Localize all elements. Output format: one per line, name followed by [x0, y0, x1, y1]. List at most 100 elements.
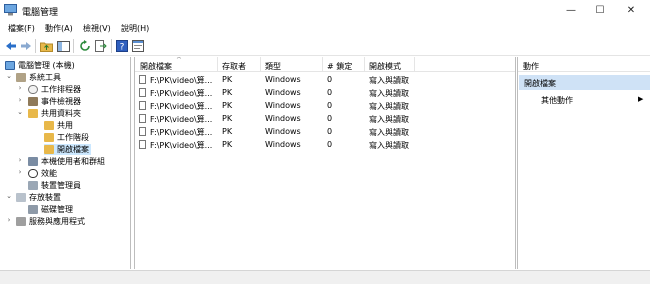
device-manager-icon	[28, 181, 38, 190]
cell-open-file: F:\PK\video\算...	[150, 76, 213, 85]
cell-open-mode: 寫入與讀取	[369, 141, 409, 150]
table-row[interactable]: F:\PK\video\算... PK Windows 0 寫入與讀取	[135, 87, 515, 99]
tree-item-services-applications[interactable]: 服務與應用程式	[16, 216, 85, 227]
file-icon	[139, 75, 146, 84]
table-row[interactable]: F:\PK\video\算... PK Windows 0 寫入與讀取	[135, 139, 515, 151]
collapse-chevron-icon[interactable]: ⌄	[17, 108, 23, 116]
tree-item-label: 系統工具	[29, 73, 61, 82]
computer-management-app-icon	[4, 4, 17, 16]
services-icon	[16, 217, 26, 226]
collapse-chevron-icon[interactable]: ⌄	[6, 72, 12, 80]
tree-item-disk-management[interactable]: 磁碟管理	[28, 204, 73, 215]
list-header: ^ 開啟檔案 存取者 類型 # 鎖定 開啟模式	[135, 57, 515, 72]
column-divider[interactable]	[217, 57, 218, 72]
cell-locks: 0	[327, 127, 333, 136]
column-header-open-mode[interactable]: 開啟模式	[369, 61, 401, 72]
properties-icon[interactable]	[131, 39, 145, 53]
minimize-icon: —	[566, 5, 576, 16]
users-icon	[28, 157, 38, 166]
tree-item-task-scheduler[interactable]: 工作排程器	[28, 84, 81, 95]
expand-chevron-icon[interactable]: ›	[17, 96, 23, 104]
menu-view[interactable]: 檢視(V)	[83, 23, 111, 34]
column-divider[interactable]	[414, 57, 415, 72]
cell-locks: 0	[327, 88, 333, 97]
cell-accessed-by: PK	[222, 75, 233, 84]
up-folder-icon[interactable]	[39, 39, 53, 53]
tree-item-shares[interactable]: 共用	[44, 120, 73, 131]
cell-open-mode: 寫入與讀取	[369, 115, 409, 124]
expand-chevron-icon[interactable]: ›	[17, 84, 23, 92]
tree-item-sessions[interactable]: 工作階段	[44, 132, 89, 143]
menu-help[interactable]: 說明(H)	[121, 23, 149, 34]
actions-pane: 動作 開啟檔案 其他動作 ▶	[517, 57, 650, 269]
file-icon	[139, 114, 146, 123]
tree-item-open-files[interactable]: 開啟檔案	[44, 144, 91, 155]
more-actions-link[interactable]: 其他動作	[541, 95, 573, 106]
tree-item-event-viewer[interactable]: 事件檢視器	[28, 96, 81, 107]
cell-open-mode: 寫入與讀取	[369, 102, 409, 111]
column-header-accessed-by[interactable]: 存取者	[222, 61, 246, 72]
cell-type: Windows	[265, 75, 301, 84]
tree-item-label: 磁碟管理	[41, 205, 73, 214]
toolbar: ?	[0, 36, 650, 56]
menu-file[interactable]: 檔案(F)	[8, 23, 35, 34]
cell-accessed-by: PK	[222, 127, 233, 136]
actions-section-label: 開啟檔案	[524, 79, 556, 88]
refresh-icon[interactable]	[78, 39, 92, 53]
cell-open-mode: 寫入與讀取	[369, 89, 409, 98]
column-divider[interactable]	[260, 57, 261, 72]
column-divider[interactable]	[322, 57, 323, 72]
cell-locks: 0	[327, 101, 333, 110]
tree-item-device-manager[interactable]: 裝置管理員	[28, 180, 81, 191]
table-row[interactable]: F:\PK\video\算... PK Windows 0 寫入與讀取	[135, 74, 515, 86]
tree-item-label: 本機使用者和群組	[41, 157, 105, 166]
tree-item-label: 存放裝置	[29, 193, 61, 202]
toolbar-separator	[35, 39, 36, 53]
column-header-type[interactable]: 類型	[265, 61, 281, 72]
export-list-icon[interactable]	[94, 39, 108, 53]
tree-item-computer-management-local[interactable]: 電腦管理 (本機)	[5, 60, 75, 71]
tree-item-label: 效能	[41, 169, 57, 178]
cell-type: Windows	[265, 101, 301, 110]
table-row[interactable]: F:\PK\video\算... PK Windows 0 寫入與讀取	[135, 100, 515, 112]
tree-item-shared-folders[interactable]: 共用資料夾	[28, 108, 81, 119]
expand-chevron-icon[interactable]: ›	[6, 216, 12, 224]
cell-type: Windows	[265, 140, 301, 149]
show-hide-tree-icon[interactable]	[56, 39, 70, 53]
actions-section-open-files[interactable]: 開啟檔案	[519, 75, 650, 90]
back-arrow-icon[interactable]	[4, 39, 18, 53]
column-header-open-file[interactable]: 開啟檔案	[140, 61, 172, 72]
svg-text:?: ?	[120, 43, 125, 53]
status-bar	[0, 270, 650, 284]
cell-open-file: F:\PK\video\算...	[150, 102, 213, 111]
cell-open-file: F:\PK\video\算...	[150, 115, 213, 124]
tree-item-system-tools[interactable]: 系統工具	[16, 72, 61, 83]
collapse-chevron-icon[interactable]: ⌄	[6, 192, 12, 200]
tree-item-storage[interactable]: 存放裝置	[16, 192, 61, 203]
cell-locks: 0	[327, 140, 333, 149]
maximize-button[interactable]: ☐	[585, 0, 615, 21]
cell-open-file: F:\PK\video\算...	[150, 128, 213, 137]
close-button[interactable]: ✕	[616, 0, 646, 21]
menu-bar: 檔案(F) 動作(A) 檢視(V) 說明(H)	[0, 21, 650, 36]
tree-item-performance[interactable]: 效能	[28, 168, 57, 179]
sort-ascending-icon: ^	[176, 57, 182, 64]
minimize-button[interactable]: —	[556, 0, 586, 21]
cell-locks: 0	[327, 75, 333, 84]
cell-accessed-by: PK	[222, 101, 233, 110]
expand-chevron-icon[interactable]: ›	[17, 156, 23, 164]
cell-accessed-by: PK	[222, 114, 233, 123]
event-viewer-icon	[28, 97, 38, 106]
shared-folder-icon	[28, 109, 38, 118]
file-icon	[139, 101, 146, 110]
tree-item-local-users-groups[interactable]: 本機使用者和群組	[28, 156, 105, 167]
column-divider[interactable]	[364, 57, 365, 72]
expand-chevron-icon[interactable]: ›	[17, 168, 23, 176]
menu-action[interactable]: 動作(A)	[45, 23, 73, 34]
table-row[interactable]: F:\PK\video\算... PK Windows 0 寫入與讀取	[135, 113, 515, 125]
forward-arrow-icon[interactable]	[19, 39, 33, 53]
window-title: 電腦管理	[22, 8, 59, 18]
table-row[interactable]: F:\PK\video\算... PK Windows 0 寫入與讀取	[135, 126, 515, 138]
column-header-locks[interactable]: # 鎖定	[327, 61, 352, 72]
help-icon[interactable]: ?	[115, 39, 129, 53]
